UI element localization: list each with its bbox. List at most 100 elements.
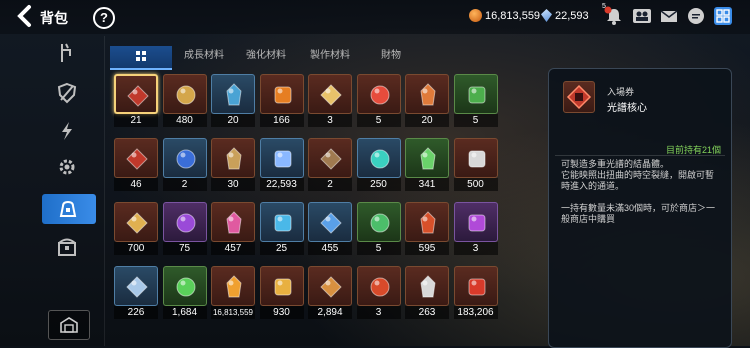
materials-bag-icon [59, 200, 77, 217]
item-slot[interactable]: 183,206 [453, 266, 498, 319]
item-count: 2 [308, 178, 352, 191]
item-slot[interactable]: 455 [308, 202, 352, 255]
item-count: 5 [453, 114, 498, 127]
item-slot[interactable]: 25 [259, 202, 304, 255]
gear-category-icon[interactable] [56, 156, 78, 178]
item-slot[interactable]: 1,684 [162, 266, 207, 319]
crystal-icon [541, 9, 552, 22]
tab-growth-materials[interactable]: 成長材料 [172, 46, 236, 68]
tab-enhance-materials[interactable]: 強化材料 [238, 46, 294, 68]
item-slot[interactable]: 5 [356, 202, 401, 255]
item-slot-frame [308, 138, 352, 178]
desc-line: 一持有數量未滿30個時，可於商店＞一 [561, 203, 716, 213]
weapon-category-icon[interactable] [56, 42, 78, 64]
item-count: 2 [162, 178, 207, 191]
item-icon [320, 212, 342, 234]
crystal-counter: 22,593 [541, 9, 589, 22]
item-icon [226, 83, 242, 106]
mail-icon[interactable] [659, 6, 679, 26]
menu-grid-icon[interactable] [713, 6, 733, 26]
item-icon [468, 150, 485, 168]
item-slot[interactable]: 3 [356, 266, 401, 319]
item-slot[interactable]: 250 [356, 138, 401, 191]
item-slot[interactable]: 480 [162, 74, 207, 127]
item-count: 30 [211, 178, 255, 191]
item-count: 25 [259, 242, 304, 255]
item-count: 455 [308, 242, 352, 255]
item-icon [468, 278, 485, 296]
bell-icon[interactable] [604, 6, 624, 26]
item-slot[interactable]: 2 [162, 138, 207, 191]
item-slot[interactable]: 341 [405, 138, 449, 191]
item-icon [370, 85, 389, 105]
chat-icon[interactable] [686, 6, 706, 26]
item-count: 166 [259, 114, 304, 127]
friends-icon[interactable] [632, 6, 652, 26]
help-icon[interactable]: ? [93, 7, 115, 29]
gold-coin-icon [469, 9, 482, 22]
item-count: 3 [356, 306, 401, 319]
item-count: 20 [405, 114, 449, 127]
item-slot[interactable]: 16,813,559 [211, 266, 255, 319]
tab-crafting-materials[interactable]: 製作材料 [300, 46, 360, 68]
item-count: 5 [356, 242, 401, 255]
item-slot-frame [259, 202, 304, 242]
chest-category-icon[interactable] [56, 236, 78, 258]
tab-treasures[interactable]: 財物 [366, 46, 416, 68]
item-slot[interactable]: 2,894 [308, 266, 352, 319]
item-slot[interactable]: 930 [259, 266, 304, 319]
item-slot[interactable]: 3 [453, 202, 498, 255]
item-slot-frame [114, 74, 158, 114]
item-icon [370, 277, 389, 297]
item-icon [420, 83, 436, 106]
item-count: 2,894 [308, 306, 352, 319]
item-count: 700 [114, 242, 158, 255]
item-slot[interactable]: 21 [114, 74, 158, 127]
gold-counter: 16,813,559 [469, 9, 540, 22]
item-slot-frame [356, 266, 401, 306]
item-icon [126, 276, 148, 298]
storage-button[interactable] [48, 310, 90, 340]
item-slot[interactable]: 5 [356, 74, 401, 127]
item-count: 46 [114, 178, 158, 191]
item-slot[interactable]: 500 [453, 138, 498, 191]
item-slot[interactable]: 700 [114, 202, 158, 255]
item-icon [274, 150, 291, 168]
grid-icon [136, 51, 146, 61]
desc-line [561, 192, 721, 203]
item-slot[interactable]: 3 [308, 74, 352, 127]
item-slot[interactable]: 22,593 [259, 138, 304, 191]
item-icon [176, 85, 195, 105]
item-slot[interactable]: 30 [211, 138, 255, 191]
tab-all[interactable] [110, 46, 172, 70]
armor-category-icon[interactable] [56, 82, 78, 104]
item-description: 可製造多重光譜的結晶體。 它能映照出扭曲的時空裂縫，開啟可暫 時進入的通道。 一… [561, 159, 721, 225]
item-slot[interactable]: 226 [114, 266, 158, 319]
skill-category-icon[interactable] [56, 120, 78, 142]
item-slot[interactable]: 5 [453, 74, 498, 127]
item-slot[interactable]: 595 [405, 202, 449, 255]
item-icon [320, 148, 342, 170]
item-slot[interactable]: 46 [114, 138, 158, 191]
item-slot[interactable]: 2 [308, 138, 352, 191]
item-slot[interactable]: 20 [211, 74, 255, 127]
item-slot-frame [453, 266, 498, 306]
item-slot-frame [114, 202, 158, 242]
item-slot-frame [453, 202, 498, 242]
item-slot[interactable]: 457 [211, 202, 255, 255]
item-detail-panel: 入場券 光譜核心 目前持有21個 可製造多重光譜的結晶體。 它能映照出扭曲的時空… [548, 68, 732, 348]
item-slot[interactable]: 263 [405, 266, 449, 319]
item-count: 250 [356, 178, 401, 191]
sidebar-item-materials[interactable] [42, 194, 96, 224]
back-arrow-icon[interactable] [14, 4, 36, 28]
item-slot-frame [405, 202, 449, 242]
item-slot[interactable]: 20 [405, 74, 449, 127]
item-slot-frame [114, 138, 158, 178]
item-count: 500 [453, 178, 498, 191]
item-slot-frame [162, 266, 207, 306]
item-slot-frame [308, 202, 352, 242]
item-icon [320, 84, 342, 106]
item-count: 22,593 [259, 178, 304, 191]
item-slot[interactable]: 166 [259, 74, 304, 127]
item-slot[interactable]: 75 [162, 202, 207, 255]
